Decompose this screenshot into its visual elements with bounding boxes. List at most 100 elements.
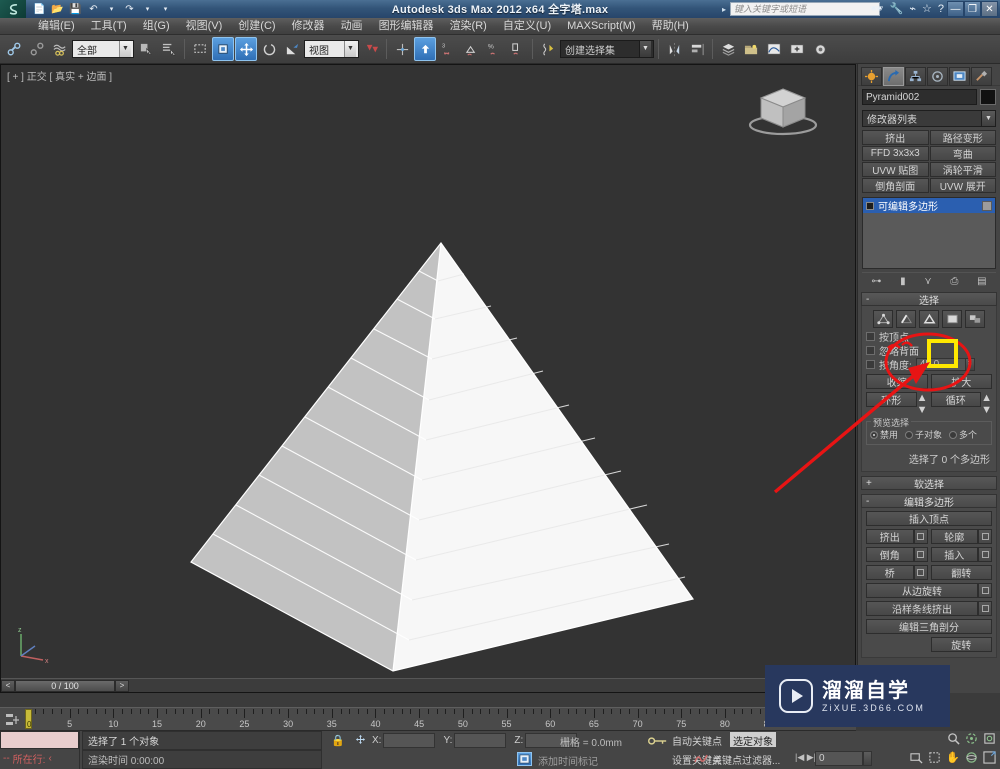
motion-tab[interactable] bbox=[927, 67, 948, 86]
select-and-move-icon[interactable] bbox=[235, 37, 257, 61]
inset-button[interactable]: 插入 bbox=[931, 547, 979, 562]
key-toggle-icon[interactable] bbox=[648, 735, 668, 750]
curve-filter-icon[interactable] bbox=[694, 752, 708, 767]
search-expand-icon[interactable]: ▸ bbox=[722, 5, 726, 14]
current-frame-spinner[interactable]: 0 bbox=[815, 751, 872, 766]
rotate-button[interactable]: 旋转 bbox=[931, 637, 993, 652]
make-unique-icon[interactable]: ⋎ bbox=[924, 276, 931, 287]
modifier-list-dropdown[interactable]: 修改器列表 ▼ bbox=[862, 110, 996, 127]
auto-key-button[interactable]: 自动关键点 bbox=[672, 733, 722, 748]
bevel-settings-icon[interactable] bbox=[914, 547, 928, 562]
align-icon[interactable] bbox=[686, 37, 708, 61]
object-color-swatch[interactable] bbox=[980, 89, 996, 105]
close-button[interactable]: ✕ bbox=[981, 1, 998, 17]
expand-icon[interactable]: + bbox=[866, 478, 872, 489]
modifier-bevel-profile[interactable]: 倒角剖面 bbox=[862, 178, 929, 193]
ignore-backfacing-checkbox-row[interactable]: 忽略背面 bbox=[866, 343, 992, 357]
use-pivot-center-icon[interactable] bbox=[360, 37, 382, 61]
material-editor-icon[interactable] bbox=[786, 37, 808, 61]
viewcube-icon[interactable] bbox=[743, 81, 823, 137]
edit-poly-rollout-header[interactable]: - 编辑多边形 bbox=[861, 494, 997, 508]
bridge-settings-icon[interactable] bbox=[914, 565, 928, 580]
element-icon[interactable] bbox=[965, 310, 985, 328]
mini-listener-caret-icon[interactable]: ‹ bbox=[48, 753, 51, 764]
zoom-extents-icon[interactable] bbox=[983, 732, 996, 748]
menu-group[interactable]: 组(G) bbox=[135, 18, 178, 35]
time-slider-handle[interactable]: 0 / 100 bbox=[15, 680, 115, 692]
track-bar[interactable]: 510152025303540455055606570758085900 bbox=[0, 707, 856, 731]
select-and-manipulate-icon[interactable] bbox=[391, 37, 413, 61]
redo-dropdown-icon[interactable]: ▾ bbox=[140, 2, 155, 16]
extrude-button[interactable]: 挤出 bbox=[866, 529, 914, 544]
wrench-icon[interactable]: 🔧 bbox=[890, 2, 904, 15]
spinner-arrows-icon[interactable]: ▲▼ bbox=[966, 358, 975, 371]
search-input[interactable]: 键入关键字或短语 bbox=[730, 2, 880, 16]
mini-listener-pink-field[interactable] bbox=[0, 731, 79, 749]
loop-button[interactable]: 循环 bbox=[931, 392, 982, 407]
selected-objects-dropdown[interactable]: 选定对象 bbox=[730, 732, 776, 747]
undo-icon[interactable]: ↶ bbox=[86, 2, 101, 16]
by-vertex-checkbox-row[interactable]: 按顶点 bbox=[866, 329, 992, 343]
zoom-icon[interactable] bbox=[947, 732, 960, 748]
outline-button[interactable]: 轮廓 bbox=[931, 529, 979, 544]
viewport-canvas[interactable] bbox=[1, 65, 856, 680]
show-end-result-icon[interactable]: ▮ bbox=[900, 276, 906, 287]
zoom-region-icon[interactable] bbox=[910, 751, 923, 767]
angle-snap-icon[interactable]: 3 bbox=[437, 37, 459, 61]
pin-stack-icon[interactable]: ⊶ bbox=[871, 276, 881, 287]
menu-maxscript[interactable]: MAXScript(M) bbox=[559, 18, 643, 35]
chevron-down-icon[interactable]: ▼ bbox=[981, 111, 995, 126]
vertex-icon[interactable] bbox=[873, 310, 893, 328]
bridge-button[interactable]: 桥 bbox=[866, 565, 914, 580]
star-icon[interactable]: ☆ bbox=[922, 2, 932, 15]
hinge-from-edge-button[interactable]: 从边旋转 bbox=[866, 583, 978, 598]
by-angle-checkbox-row[interactable]: 按角度: 45.0 ▲▼ bbox=[866, 357, 992, 371]
spinner-snap-icon[interactable]: % bbox=[483, 37, 505, 61]
by-angle-spinner[interactable]: 45.0 ▲▼ bbox=[916, 358, 975, 371]
menu-customize[interactable]: 自定义(U) bbox=[495, 18, 559, 35]
menu-rendering[interactable]: 渲染(R) bbox=[442, 18, 495, 35]
extrude-along-spline-button[interactable]: 沿样条线挤出 bbox=[866, 601, 978, 616]
minimize-button[interactable]: — bbox=[947, 1, 964, 17]
select-link-icon[interactable] bbox=[3, 37, 25, 61]
coord-x-input[interactable] bbox=[383, 733, 435, 748]
edit-triangulation-button[interactable]: 编辑三角剖分 bbox=[866, 619, 992, 634]
modifier-stack[interactable]: 可编辑多边形 bbox=[862, 197, 996, 269]
edit-named-selection-icon[interactable] bbox=[537, 37, 559, 61]
modifier-unwrap-uvw[interactable]: UVW 展开 bbox=[930, 178, 997, 193]
ignore-backfacing-checkbox[interactable] bbox=[866, 346, 875, 355]
current-frame-input[interactable]: 0 bbox=[815, 751, 863, 766]
chevron-down-icon[interactable]: ▼ bbox=[344, 41, 356, 57]
modifier-extrude[interactable]: 挤出 bbox=[862, 130, 929, 145]
border-icon[interactable] bbox=[919, 310, 939, 328]
add-time-tag-label[interactable]: 添加时间标记 bbox=[538, 753, 598, 768]
select-and-scale-icon[interactable] bbox=[281, 37, 303, 61]
utilities-tab[interactable] bbox=[971, 67, 992, 86]
stack-toggle-icon[interactable] bbox=[866, 202, 874, 210]
key-filters-button[interactable]: 关键点过滤器... bbox=[712, 752, 780, 767]
timeline-ruler[interactable]: 510152025303540455055606570758085900 bbox=[26, 708, 856, 731]
hinge-settings-icon[interactable] bbox=[978, 583, 992, 598]
ring-spinner-icon[interactable]: ▲▼ bbox=[917, 392, 928, 416]
collapse-icon[interactable]: - bbox=[866, 294, 869, 305]
field-of-view-icon[interactable] bbox=[928, 751, 941, 767]
menu-views[interactable]: 视图(V) bbox=[178, 18, 231, 35]
key-nav-icon[interactable]: |◀ ▶| bbox=[795, 752, 816, 763]
soft-selection-rollout-header[interactable]: + 软选择 bbox=[861, 476, 997, 490]
preview-multiple-radio[interactable] bbox=[949, 431, 957, 439]
stack-item-editable-poly[interactable]: 可编辑多边形 bbox=[863, 198, 995, 213]
selection-rollout-header[interactable]: - 选择 bbox=[861, 292, 997, 306]
render-setup-icon[interactable] bbox=[809, 37, 831, 61]
modifier-uvw-map[interactable]: UVW 贴图 bbox=[862, 162, 929, 177]
named-selection-set-input[interactable]: 创建选择集▼ bbox=[560, 40, 654, 58]
select-by-name-icon[interactable] bbox=[158, 37, 180, 61]
by-vertex-checkbox[interactable] bbox=[866, 332, 875, 341]
extrude-along-spline-settings-icon[interactable] bbox=[978, 601, 992, 616]
app-logo-icon[interactable] bbox=[0, 0, 26, 18]
question-icon[interactable]: ? bbox=[938, 3, 944, 15]
mirror-icon[interactable] bbox=[663, 37, 685, 61]
new-icon[interactable]: 📄 bbox=[32, 2, 47, 16]
preview-disabled-radio[interactable] bbox=[870, 431, 878, 439]
menu-modifiers[interactable]: 修改器 bbox=[284, 18, 333, 35]
menu-create[interactable]: 创建(C) bbox=[230, 18, 283, 35]
